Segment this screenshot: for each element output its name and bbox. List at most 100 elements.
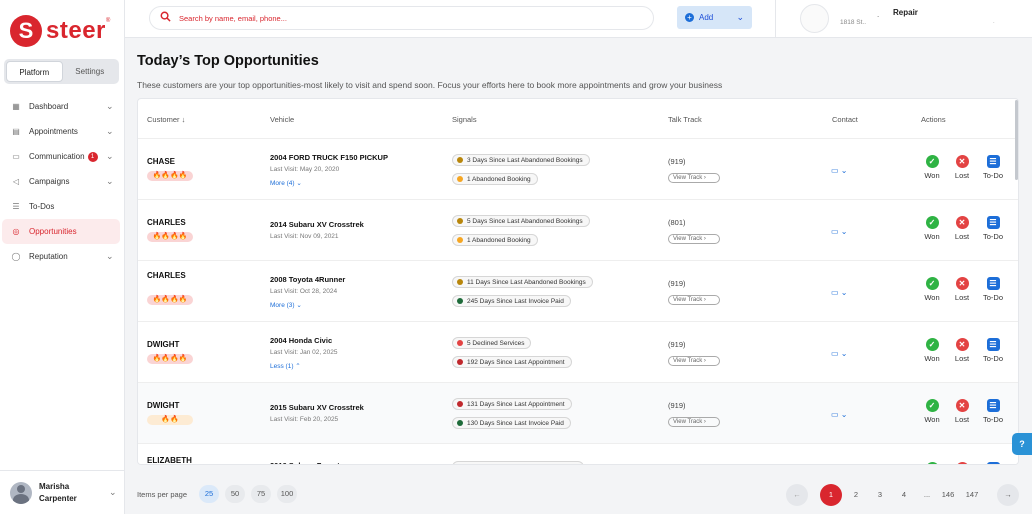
todo-label: To-Do <box>982 354 1003 363</box>
lost-button[interactable]: ✕Lost <box>950 462 974 464</box>
page-button-146[interactable]: 146 <box>937 484 959 506</box>
topbar: Search by name, email, phone... + Add ⌄ … <box>125 0 1032 38</box>
shop-separator: . <box>877 10 880 19</box>
page-button-3[interactable]: 3 <box>869 484 891 506</box>
customer-name[interactable]: ELIZABETH <box>147 456 192 464</box>
shop-separator: . <box>993 19 995 25</box>
table-row[interactable]: CHARLES 🔥🔥🔥🔥 2014 Subaru XV Crosstrek Last … <box>138 200 1018 261</box>
todo-label: To-Do <box>982 171 1003 180</box>
header-customer[interactable]: Customer ↓ <box>147 115 185 124</box>
more-toggle[interactable]: More (3) ⌄ <box>270 301 302 309</box>
won-button[interactable]: ✓Won <box>920 462 944 464</box>
won-button[interactable]: ✓Won <box>920 216 944 241</box>
view-track-button[interactable]: View Track › <box>668 417 720 427</box>
priority-flames: 🔥🔥 <box>147 415 193 425</box>
sidebar-item-appointments[interactable]: ▤ Appointments ⌄ <box>2 119 120 144</box>
tab-platform[interactable]: Platform <box>6 61 63 82</box>
todo-button[interactable]: ☰To-Do <box>981 277 1005 302</box>
chevron-down-icon: ⌄ <box>106 151 114 161</box>
customer-name[interactable]: CHASE <box>147 157 175 166</box>
add-label: Add <box>699 13 714 22</box>
contact-dropdown[interactable]: ▭ ⌄ <box>831 288 848 297</box>
lost-label: Lost <box>954 232 970 241</box>
page-size-75[interactable]: 75 <box>251 485 271 503</box>
page-button-147[interactable]: 147 <box>961 484 983 506</box>
todo-button[interactable]: ☰To-Do <box>981 338 1005 363</box>
brand-logo[interactable]: S steer ® <box>10 14 110 48</box>
chat-icon: ▭ <box>12 152 20 161</box>
table-row[interactable]: DWIGHT 🔥🔥 2015 Subaru XV Crosstrek Last Vis… <box>138 383 1018 444</box>
chevron-down-icon: ⌄ <box>840 166 848 175</box>
customer-name[interactable]: CHARLES <box>147 218 186 227</box>
add-button[interactable]: + Add ⌄ <box>677 6 752 29</box>
search-input[interactable]: Search by name, email, phone... <box>149 6 654 30</box>
customer-name[interactable]: CHARLES <box>147 271 186 280</box>
won-button[interactable]: ✓Won <box>920 155 944 180</box>
lost-button[interactable]: ✕Lost <box>950 216 974 241</box>
view-track-button[interactable]: View Track › <box>668 173 720 183</box>
shop-name[interactable]: Repair <box>893 8 918 17</box>
sidebar-item-opportunities[interactable]: ◎ Opportunities <box>2 219 120 244</box>
sidebar-item-reputation[interactable]: ◯ Reputation ⌄ <box>2 244 120 269</box>
page-size-50[interactable]: 50 <box>225 485 245 503</box>
page-size-100[interactable]: 100 <box>277 485 297 503</box>
customer-name[interactable]: DWIGHT <box>147 401 179 410</box>
lost-button[interactable]: ✕Lost <box>950 155 974 180</box>
user-name: Marisha Carpenter <box>39 481 109 505</box>
table-row[interactable]: ELIZABETH 2016 Subaru Forester Maintenance… <box>138 444 1018 464</box>
signal-dot-icon <box>457 401 463 407</box>
page-button-4[interactable]: 4 <box>893 484 915 506</box>
avatar <box>10 481 32 504</box>
more-toggle[interactable]: Less (1) ⌃ <box>270 362 301 370</box>
priority-flames: 🔥🔥🔥🔥 <box>147 171 193 181</box>
contact-dropdown[interactable]: ▭ ⌄ <box>831 166 848 175</box>
tab-settings[interactable]: Settings <box>63 61 118 82</box>
user-first-name: Marisha <box>39 481 70 491</box>
table-row[interactable]: DWIGHT 🔥🔥🔥🔥 2004 Honda Civic Last Visit: Ja… <box>138 322 1018 383</box>
won-button[interactable]: ✓Won <box>920 277 944 302</box>
lost-button[interactable]: ✕Lost <box>950 277 974 302</box>
customer-name[interactable]: DWIGHT <box>147 340 179 349</box>
shop-logo[interactable] <box>800 4 829 33</box>
phone-number: (919) <box>668 157 686 166</box>
signal-chip: 3 Days Since Last Abandoned Bookings <box>452 154 590 166</box>
header-talk-track: Talk Track <box>668 115 702 124</box>
contact-dropdown[interactable]: ▭ ⌄ <box>831 227 848 236</box>
task-icon: ☰ <box>986 277 1000 290</box>
sidebar-item-to-dos[interactable]: ☰ To-Dos <box>2 194 120 219</box>
prev-page-button[interactable]: ← <box>786 484 808 506</box>
page-button-2[interactable]: 2 <box>845 484 867 506</box>
todo-button[interactable]: ☰To-Do <box>981 155 1005 180</box>
page-button-1[interactable]: 1 <box>820 484 842 506</box>
contact-dropdown[interactable]: ▭ ⌄ <box>831 349 848 358</box>
view-track-button[interactable]: View Track › <box>668 234 720 244</box>
signal-text: 1 Abandoned Booking <box>467 175 531 183</box>
scrollbar[interactable] <box>1015 100 1018 180</box>
todo-button[interactable]: ☰To-Do <box>981 216 1005 241</box>
sidebar-item-label: Campaigns <box>29 177 70 186</box>
todo-button[interactable]: ☰To-Do <box>981 462 1005 464</box>
won-button[interactable]: ✓Won <box>920 338 944 363</box>
user-menu[interactable]: Marisha Carpenter ⌄ <box>0 470 125 514</box>
lost-button[interactable]: ✕Lost <box>950 338 974 363</box>
lost-button[interactable]: ✕Lost <box>950 399 974 424</box>
view-track-button[interactable]: View Track › <box>668 295 720 305</box>
contact-dropdown[interactable]: ▭ ⌄ <box>831 410 848 419</box>
sidebar-item-campaigns[interactable]: ◁ Campaigns ⌄ <box>2 169 120 194</box>
chevron-down-icon: ⌄ <box>736 12 744 22</box>
sidebar-item-label: Appointments <box>29 127 78 136</box>
help-button[interactable]: ? <box>1012 433 1032 455</box>
sidebar-item-dashboard[interactable]: ▦ Dashboard ⌄ <box>2 94 120 119</box>
sidebar-item-communication[interactable]: ▭ Communication 1 ⌄ <box>2 144 120 169</box>
todo-button[interactable]: ☰To-Do <box>981 399 1005 424</box>
vehicle-name: 2008 Toyota 4Runner <box>270 275 346 284</box>
table-row[interactable]: CHARLES 🔥🔥🔥🔥 2008 Toyota 4Runner Last Visit… <box>138 261 1018 322</box>
next-page-button[interactable]: → <box>997 484 1019 506</box>
page-size-25[interactable]: 25 <box>199 485 219 503</box>
view-track-button[interactable]: View Track › <box>668 356 720 366</box>
table-row[interactable]: CHASE 🔥🔥🔥🔥 2004 FORD TRUCK F150 PICKUP Last… <box>138 139 1018 200</box>
more-toggle[interactable]: More (4) ⌄ <box>270 179 302 187</box>
won-button[interactable]: ✓Won <box>920 399 944 424</box>
vehicle-name: 2015 Subaru XV Crosstrek <box>270 403 364 412</box>
header-actions: Actions <box>921 115 946 124</box>
